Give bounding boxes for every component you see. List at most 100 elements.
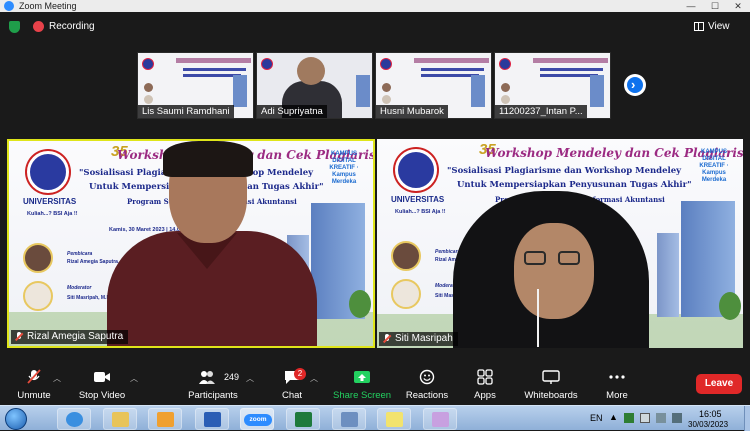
- participant-face: [514, 223, 594, 319]
- taskbar-paint[interactable]: [423, 408, 457, 430]
- video-options-chevron-icon[interactable]: ︿: [130, 373, 138, 384]
- taskbar-explorer[interactable]: [103, 408, 137, 430]
- speaker-photo: [144, 83, 153, 92]
- speaker-photo: [382, 83, 391, 92]
- building-image: [657, 233, 679, 317]
- chat-button[interactable]: Chat: [270, 363, 314, 405]
- chat-options-chevron-icon[interactable]: ︿: [310, 373, 318, 384]
- unmute-button[interactable]: Unmute: [10, 363, 58, 405]
- chevron-right-icon: ›: [631, 77, 636, 92]
- slide-text-shape: [421, 68, 484, 71]
- volume-icon[interactable]: [672, 413, 682, 423]
- view-grid-icon[interactable]: [694, 22, 704, 31]
- show-hidden-icons-chevron-icon[interactable]: ▲: [609, 412, 618, 422]
- view-button[interactable]: View: [708, 20, 730, 34]
- participant-thumbnail[interactable]: 11200237_Intan P...: [494, 52, 611, 119]
- taskbar-media[interactable]: [148, 408, 182, 430]
- clock-time[interactable]: 16:05: [699, 409, 722, 419]
- whiteboards-button[interactable]: Whiteboards: [522, 363, 580, 405]
- sticky-notes-icon: [386, 412, 403, 427]
- recording-icon[interactable]: [33, 21, 44, 32]
- next-page-button[interactable]: ›: [624, 74, 646, 96]
- participant-video-face: [297, 57, 325, 85]
- taskbar-ie[interactable]: [57, 408, 91, 430]
- university-logo-icon: [27, 151, 69, 193]
- more-dots-icon: [609, 375, 625, 379]
- reactions-button[interactable]: Reactions: [402, 363, 452, 405]
- apps-button[interactable]: Apps: [466, 363, 504, 405]
- language-indicator[interactable]: EN: [590, 413, 603, 423]
- word-icon: [204, 412, 221, 427]
- battery-icon[interactable]: [640, 413, 650, 423]
- moderator-photo: [23, 281, 53, 311]
- university-label: UNIVERSITAS: [23, 197, 77, 206]
- slide-headline-1: "Sosialisasi Plagiarisme dan Workshop Me…: [447, 166, 682, 176]
- participants-icon: [198, 371, 215, 384]
- participant-thumbnail[interactable]: Lis Saumi Ramdhani: [137, 52, 254, 119]
- tree-image: [719, 292, 741, 320]
- leave-button[interactable]: Leave: [696, 374, 742, 394]
- show-desktop-button[interactable]: [744, 406, 750, 431]
- apps-label: Apps: [474, 390, 496, 401]
- folder-icon: [112, 412, 129, 427]
- participants-count: 249: [224, 372, 240, 382]
- stop-video-button[interactable]: Stop Video: [76, 363, 128, 405]
- university-logo-icon: [261, 58, 273, 70]
- tray-app-icon[interactable]: [624, 413, 634, 423]
- paint-icon: [432, 412, 449, 427]
- taskbar-word[interactable]: [195, 408, 229, 430]
- participant-name-text: Siti Masripah: [395, 333, 453, 344]
- reactions-label: Reactions: [405, 390, 449, 401]
- participant-thumbnail[interactable]: Husni Mubarok: [375, 52, 492, 119]
- participants-options-chevron-icon[interactable]: ︿: [246, 373, 254, 384]
- participants-button[interactable]: Participants: [186, 363, 240, 405]
- audio-options-chevron-icon[interactable]: ︿: [53, 373, 61, 384]
- glasses-icon: [558, 251, 580, 265]
- slide-headline-2: Untuk Mempersiapkan Penyusunan Tugas Akh…: [457, 180, 692, 190]
- zoom-logo-icon: [4, 1, 14, 11]
- smiley-icon: [419, 369, 435, 385]
- video-tile-active-speaker[interactable]: UNIVERSITAS 35 Workshop Mendeley dan Cek…: [7, 139, 375, 348]
- university-logo-icon: [395, 149, 437, 191]
- taskbar-network[interactable]: [332, 408, 366, 430]
- close-button[interactable]: ✕: [727, 0, 749, 12]
- participant-thumbnail[interactable]: Adi Supriyatna: [256, 52, 373, 119]
- university-label: UNIVERSITAS: [391, 195, 445, 204]
- clock-date[interactable]: 30/03/2023: [688, 420, 728, 429]
- moderator-photo: [382, 95, 391, 104]
- more-button[interactable]: More: [596, 363, 638, 405]
- video-camera-icon: [94, 372, 110, 382]
- slide-text-shape: [540, 68, 603, 71]
- title-bar: Zoom Meeting — ☐ ✕: [0, 0, 750, 12]
- windows-taskbar: zoom EN ▲ 16:05 30/03/2023: [0, 405, 750, 431]
- taskbar-notes[interactable]: [377, 408, 411, 430]
- share-screen-button[interactable]: Share Screen: [333, 363, 391, 405]
- participant-name: 11200237_Intan P...: [495, 105, 587, 118]
- building-image: [233, 75, 247, 107]
- slide-tagline: Kuliah...? BSI Aja !!: [395, 209, 446, 215]
- moderator-label: Moderator: [67, 285, 92, 291]
- minimize-button[interactable]: —: [680, 0, 702, 12]
- window-title: Zoom Meeting: [19, 1, 77, 11]
- recording-label[interactable]: Recording: [49, 20, 95, 34]
- share-screen-label: Share Screen: [333, 390, 392, 401]
- start-button[interactable]: [5, 408, 27, 430]
- taskbar-excel[interactable]: [286, 408, 320, 430]
- speaker-photo: [391, 241, 421, 271]
- video-tile[interactable]: UNIVERSITAS 35 Workshop Mendeley dan Cek…: [377, 139, 743, 348]
- security-shield-icon[interactable]: [9, 21, 20, 33]
- more-label: More: [606, 390, 628, 401]
- share-screen-icon: [354, 371, 370, 383]
- maximize-button[interactable]: ☐: [704, 0, 726, 12]
- university-logo-icon: [380, 58, 392, 70]
- taskbar-zoom[interactable]: zoom: [240, 408, 274, 430]
- zoom-icon: zoom: [244, 414, 272, 426]
- slide-tagline: Kuliah...? BSI Aja !!: [27, 211, 78, 217]
- participant-name-text: Rizal Amegia Saputra: [27, 331, 124, 342]
- university-logo-icon: [142, 58, 154, 70]
- mic-muted-icon: [383, 334, 391, 344]
- participant-hair: [163, 141, 253, 177]
- university-logo-icon: [499, 58, 511, 70]
- internet-explorer-icon: [66, 412, 83, 427]
- network-signal-icon[interactable]: [656, 413, 666, 423]
